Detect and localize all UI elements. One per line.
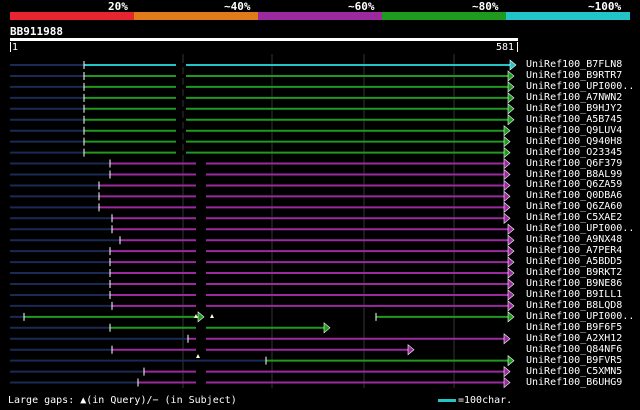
hit-label[interactable]: UniRef100_B9FVR5 <box>526 355 622 366</box>
hit-label[interactable]: UniRef100_A7NWN2 <box>526 92 622 103</box>
hit-label[interactable]: UniRef100_Q6ZA59 <box>526 180 622 190</box>
hit-label[interactable]: UniRef100_Q84NF6 <box>526 344 622 355</box>
hit-label[interactable]: UniRef100_O23345 <box>526 147 622 158</box>
hit-label[interactable]: UniRef100_A7PER4 <box>526 246 622 256</box>
hit-label[interactable]: UniRef100_B9F6F5 <box>526 322 622 333</box>
hit-label[interactable]: UniRef100_A5B745 <box>526 114 622 125</box>
hit-label[interactable]: UniRef100_B6UHG9 <box>526 377 622 388</box>
hit-label[interactable]: UniRef100_B7FLN8 <box>526 60 622 70</box>
hit-label[interactable]: UniRef100_Q6ZA60 <box>526 202 622 212</box>
hit-label[interactable]: UniRef100_B9RKT2 <box>526 268 622 278</box>
hit-label[interactable]: UniRef100_Q0DBA6 <box>526 191 622 201</box>
hit-label[interactable]: UniRef100_A5BDD5 <box>526 257 622 267</box>
hit-label[interactable]: UniRef100_UPI000.. <box>526 224 634 234</box>
hit-label[interactable]: UniRef100_UPI000.. <box>526 81 634 92</box>
hit-label[interactable]: UniRef100_B8AL99 <box>526 169 622 180</box>
scale-key-swatch <box>438 398 456 402</box>
gaps-legend: Large gaps: ▲(in Query)/− (in Subject) <box>8 395 237 406</box>
hit-label[interactable]: UniRef100_B9HJY2 <box>526 103 622 114</box>
hit-label[interactable]: UniRef100_B9NE86 <box>526 279 622 289</box>
hit-label[interactable]: UniRef100_C5XAE2 <box>526 213 622 223</box>
scale-key-label: =100char. <box>458 395 513 406</box>
hit-label-list: UniRef100_B7FLN8 UniRef100_B9RTR7 UniRef10… <box>0 0 640 410</box>
hit-label[interactable]: UniRef100_B9ILL1 <box>526 289 622 300</box>
hit-label[interactable]: UniRef100_B8LQD8 <box>526 300 622 311</box>
hit-label[interactable]: UniRef100_A9NX48 <box>526 235 622 245</box>
hit-label[interactable]: UniRef100_C5XMN5 <box>526 366 622 377</box>
scale-key: =100char. <box>438 395 512 406</box>
hit-label[interactable]: UniRef100_A2XH12 <box>526 333 622 344</box>
hit-label[interactable]: UniRef100_Q6F379 <box>526 158 622 169</box>
hit-label[interactable]: UniRef100_B9RTR7 <box>526 70 622 81</box>
hit-label[interactable]: UniRef100_Q9LUV4 <box>526 125 622 136</box>
hit-label[interactable]: UniRef100_Q940H8 <box>526 136 622 147</box>
hit-label[interactable]: UniRef100_UPI000.. <box>526 311 634 322</box>
